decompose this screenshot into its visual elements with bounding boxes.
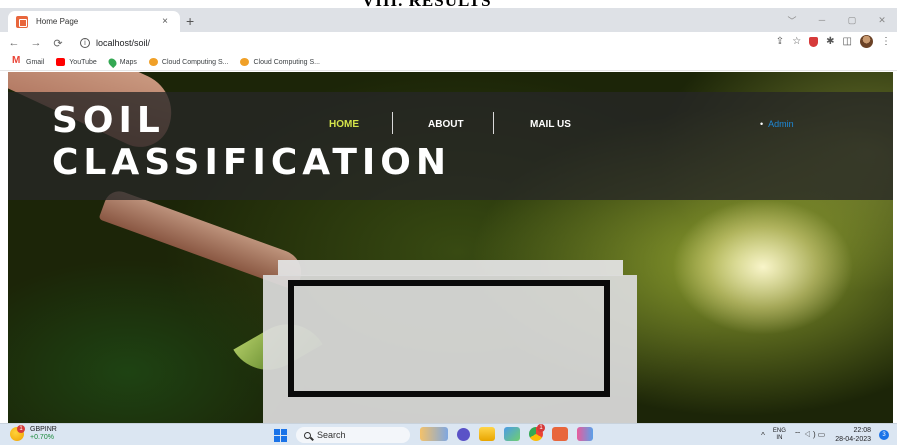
window-controls: ﹀ ─ ▢ ✕ [777, 8, 897, 32]
search-label: Search [317, 430, 346, 440]
bookmark-label: Maps [119, 58, 137, 66]
windows-taskbar: 1 GBPINR +0.70% Search 1 ^ ENG IN ⌔◁)▭ 2… [0, 423, 897, 445]
reload-icon[interactable]: ⟳ [50, 37, 66, 50]
bookmark-gmail[interactable]: Gmail [12, 55, 45, 66]
menu-kebab-icon[interactable]: ⋮ [881, 36, 891, 47]
chat-app-icon[interactable] [457, 427, 470, 441]
extension-shield-icon[interactable] [809, 36, 819, 47]
system-clock[interactable]: 22:08 28-04-2023 [835, 426, 871, 444]
page-viewport: SOIL CLASSIFICATION HOME ABOUT MAIL US A… [8, 72, 893, 423]
bookmark-label: Cloud Computing S... [161, 58, 229, 66]
content-panel-tab [278, 260, 623, 276]
tool-app-icon[interactable] [577, 427, 593, 441]
nav-divider [392, 112, 393, 134]
tab-search-chevron-icon[interactable]: ﹀ [777, 8, 807, 32]
site-info-icon[interactable]: i [80, 38, 90, 48]
gmail-icon [12, 55, 22, 66]
file-explorer-icon[interactable] [479, 427, 495, 441]
windows-start-icon[interactable] [274, 429, 287, 442]
back-arrow-icon[interactable]: ← [6, 37, 22, 49]
bookmark-label: YouTube [69, 58, 97, 66]
language-code: ENG [772, 428, 786, 434]
widget-badge: 1 [17, 425, 25, 433]
tab-home-page[interactable]: Home Page × [8, 11, 180, 32]
bookmark-cloud-computing-1[interactable]: Cloud Computing S... [148, 58, 229, 66]
widgets-app-icon[interactable] [420, 427, 448, 441]
bookmark-label: Gmail [26, 58, 45, 66]
bookmark-maps[interactable]: Maps [106, 56, 137, 68]
profile-avatar[interactable] [860, 35, 873, 48]
taskbar-search[interactable]: Search [296, 427, 410, 443]
bookmark-cloud-computing-2[interactable]: Cloud Computing S... [240, 58, 320, 66]
nav-mail-us[interactable]: MAIL US [530, 119, 571, 130]
search-icon [304, 431, 311, 439]
chrome-app-icon[interactable]: 1 [529, 424, 545, 441]
bookmark-label: Cloud Computing S... [253, 58, 321, 66]
nav-home[interactable]: HOME [329, 119, 359, 130]
pinned-apps: 1 [420, 424, 593, 441]
weather-widget[interactable]: 1 GBPINR +0.70% [10, 425, 57, 442]
cloud-icon [148, 58, 158, 66]
chevron-up-icon[interactable]: ^ [761, 431, 765, 440]
bookmarks-bar: Gmail YouTube Maps Cloud Computing S... … [0, 54, 897, 71]
bookmark-youtube[interactable]: YouTube [56, 58, 97, 66]
nav-about[interactable]: ABOUT [428, 119, 464, 130]
ticker-symbol: GBPINR [30, 426, 57, 433]
stock-ticker: GBPINR +0.70% [30, 426, 57, 442]
sun-icon: 1 [10, 425, 25, 441]
wifi-volume-battery-icon[interactable]: ⌔◁)▭ [794, 430, 827, 440]
tab-title: Home Page [36, 17, 79, 26]
address-bar[interactable]: i localhost/soil/ [80, 34, 780, 52]
region-code: IN [776, 435, 783, 441]
browser-toolbar: ← → ⟳ i localhost/soil/ ⇪ ☆ ✱ ◫ ⋮ [0, 32, 897, 54]
site-favicon-icon [16, 15, 28, 28]
clock-time: 22:08 [853, 427, 871, 434]
forward-arrow-icon[interactable]: → [28, 37, 44, 49]
new-tab-button[interactable]: + [186, 13, 194, 29]
content-frame [288, 280, 610, 397]
url-text[interactable]: localhost/soil/ [96, 38, 150, 48]
extensions-puzzle-icon[interactable]: ✱ [826, 36, 834, 47]
photos-app-icon[interactable] [504, 427, 520, 441]
language-indicator[interactable]: ENG IN [773, 428, 786, 442]
side-panel-icon[interactable]: ◫ [843, 36, 852, 47]
ticker-change: +0.70% [30, 434, 54, 441]
brand-app-icon[interactable] [552, 427, 568, 441]
clock-date: 28-04-2023 [835, 436, 871, 443]
notification-badge[interactable]: 3 [879, 430, 889, 440]
brand-line-2: CLASSIFICATION [52, 142, 452, 183]
youtube-icon [56, 58, 66, 66]
chrome-badge: 1 [537, 424, 545, 432]
toolbar-actions: ⇪ ☆ ✱ ◫ ⋮ [776, 35, 891, 48]
system-tray: ^ ENG IN ⌔◁)▭ 22:08 28-04-2023 3 [761, 426, 889, 444]
minimize-button[interactable]: ─ [807, 8, 837, 32]
tab-close-button[interactable]: × [158, 16, 172, 27]
share-icon[interactable]: ⇪ [776, 36, 784, 47]
nav-divider [493, 112, 494, 134]
close-window-button[interactable]: ✕ [867, 8, 897, 32]
bookmark-star-icon[interactable]: ☆ [792, 36, 801, 47]
admin-link[interactable]: Admin [760, 119, 794, 129]
maps-icon [106, 56, 118, 68]
cloud-icon [240, 58, 250, 66]
browser-tab-strip: Home Page × + ﹀ ─ ▢ ✕ [0, 8, 897, 32]
restore-button[interactable]: ▢ [837, 8, 867, 32]
